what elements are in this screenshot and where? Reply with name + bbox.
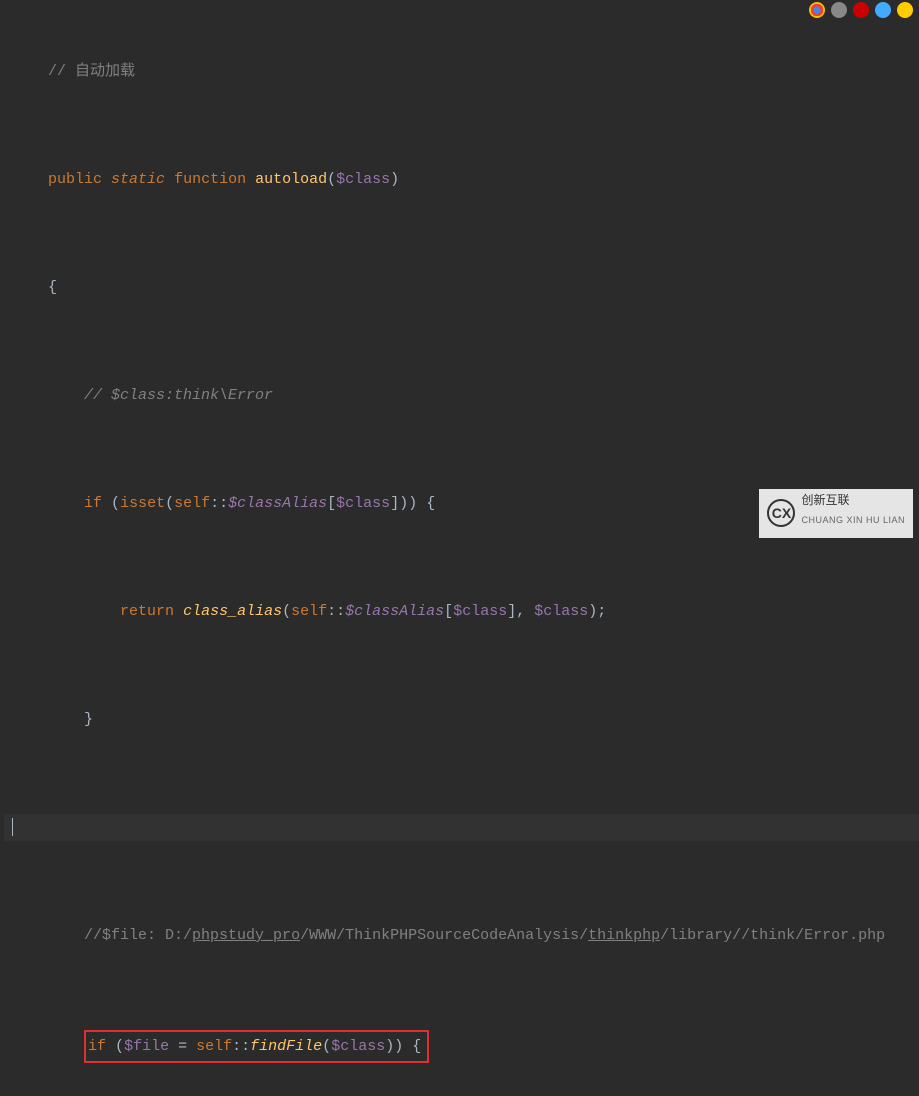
extension-icon[interactable] (897, 2, 913, 18)
variable: $class (336, 171, 390, 188)
function-call: class_alias (183, 603, 282, 620)
extension-icon[interactable] (853, 2, 869, 18)
code-editor[interactable]: // 自动加载 public static function autoload(… (0, 0, 919, 1096)
text-cursor (12, 818, 13, 836)
code-line: return class_alias(self::$classAlias[$cl… (4, 598, 919, 625)
watermark-title: 创新互联 (801, 493, 905, 507)
extension-icon[interactable] (831, 2, 847, 18)
keyword-static: static (111, 171, 165, 188)
extension-icon[interactable] (875, 2, 891, 18)
cursor-line[interactable] (4, 814, 919, 841)
function-call: findFile (250, 1038, 322, 1055)
comment: //$file: D:/phpstudy_pro/WWW/ThinkPHPSou… (84, 927, 885, 944)
code-line: // 自动加载 (4, 58, 919, 85)
keyword-public: public (48, 171, 102, 188)
code-line: { (4, 274, 919, 301)
function-name: autoload (255, 171, 327, 188)
highlight-box: if ($file = self::findFile($class)) { (84, 1030, 429, 1063)
browser-extension-icons (809, 2, 913, 18)
code-line: } (4, 706, 919, 733)
watermark-subtitle: CHUANG XIN HU LIAN (801, 507, 905, 534)
code-line: // $class:think\Error (4, 382, 919, 409)
keyword-function: function (174, 171, 246, 188)
code-line: //$file: D:/phpstudy_pro/WWW/ThinkPHPSou… (4, 922, 919, 949)
watermark-logo: CX (767, 499, 795, 527)
code-line: public static function autoload($class) (4, 166, 919, 193)
code-line: if ($file = self::findFile($class)) { (4, 1030, 919, 1063)
comment: // $class:think\Error (84, 387, 273, 404)
comment: // 自动加载 (48, 63, 135, 80)
extension-icon[interactable] (809, 2, 825, 18)
watermark: CX 创新互联 CHUANG XIN HU LIAN (759, 489, 913, 538)
